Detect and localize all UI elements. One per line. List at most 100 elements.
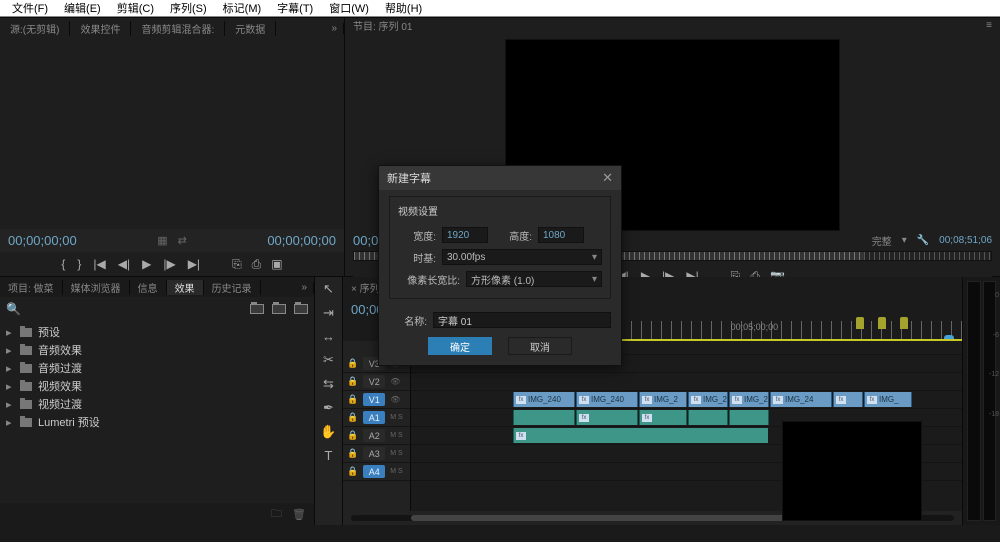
eye-icon[interactable]: 👁	[390, 377, 400, 386]
cancel-button[interactable]: 取消	[508, 337, 572, 355]
ok-button[interactable]: 确定	[428, 337, 492, 355]
menu-marker[interactable]: 标记(M)	[215, 0, 270, 16]
tree-item-video-trans[interactable]: ▸ 视频过渡	[6, 395, 308, 413]
mark-out-icon[interactable]: }	[77, 257, 81, 271]
tree-item-audio-fx[interactable]: ▸ 音频效果	[6, 341, 308, 359]
clip-label: IMG_2	[744, 395, 768, 404]
folder-icon	[20, 328, 32, 337]
tab-source[interactable]: 源:(无剪辑)	[0, 21, 70, 36]
step-back-icon[interactable]: ◀|	[118, 257, 130, 271]
razor-tool-icon[interactable]: ✂	[323, 352, 334, 368]
marker-icon[interactable]	[878, 317, 886, 329]
tree-item-video-fx[interactable]: ▸ 视频效果	[6, 377, 308, 395]
menu-clip[interactable]: 剪辑(C)	[109, 0, 162, 16]
marker-icon[interactable]	[900, 317, 908, 329]
menu-sequence[interactable]: 序列(S)	[162, 0, 215, 16]
par-label: 像素长宽比:	[398, 272, 460, 287]
menu-edit[interactable]: 编辑(E)	[56, 0, 109, 16]
eye-icon[interactable]: 👁	[390, 395, 400, 404]
source-timecode-left: 00;00;00;00	[8, 233, 77, 248]
type-tool-icon[interactable]: T	[325, 448, 333, 463]
tabs-overflow-icon[interactable]: »	[325, 23, 344, 34]
ripple-tool-icon[interactable]: ↔	[322, 329, 335, 344]
height-label: 高度:	[494, 228, 532, 243]
tab-info[interactable]: 信息	[130, 280, 167, 295]
track-header-a4[interactable]: 🔒 A4 M S	[343, 463, 410, 481]
selection-tool-icon[interactable]: ↖	[323, 281, 334, 297]
mute-solo[interactable]: M S	[390, 432, 402, 439]
search-icon[interactable]: 🔍	[6, 302, 21, 316]
preset-bin-icon[interactable]	[294, 304, 308, 314]
lock-icon[interactable]: 🔒	[347, 376, 358, 387]
chevron-down-icon[interactable]: ▾	[902, 235, 907, 246]
lock-icon[interactable]: 🔒	[347, 358, 358, 369]
tree-label: 音频效果	[38, 342, 82, 358]
overwrite-icon[interactable]: ⎙	[252, 257, 262, 272]
lock-icon[interactable]: 🔒	[347, 412, 358, 423]
zoom-fit-select[interactable]: 完整	[872, 233, 892, 248]
dialog-title: 新建字幕	[387, 170, 431, 186]
tabs-overflow-icon[interactable]: »	[295, 282, 314, 293]
track-header-v1[interactable]: 🔒 V1 👁	[343, 391, 410, 409]
menu-window[interactable]: 窗口(W)	[321, 0, 377, 16]
track-header-v2[interactable]: 🔒 V2 👁	[343, 373, 410, 391]
mark-in-icon[interactable]: {	[61, 257, 65, 271]
play-icon[interactable]: ▶	[142, 257, 151, 271]
preset-bin-icon[interactable]	[272, 304, 286, 314]
icon-b[interactable]: ⇄	[178, 234, 187, 247]
menu-subtitle[interactable]: 字幕(T)	[269, 0, 321, 16]
tab-metadata[interactable]: 元数据	[225, 21, 276, 36]
wrench-icon[interactable]: 🔧	[917, 235, 929, 246]
marker-icon[interactable]	[856, 317, 864, 329]
hand-tool-icon[interactable]: ✋	[320, 424, 336, 440]
tree-item-presets[interactable]: ▸ 预设	[6, 323, 308, 341]
tab-effects[interactable]: 效果	[167, 280, 204, 295]
track-select-tool-icon[interactable]: ⇥	[323, 305, 334, 321]
name-field[interactable]: 字幕 01	[433, 312, 611, 328]
timebase-label: 时基:	[398, 250, 436, 265]
lock-icon[interactable]: 🔒	[347, 448, 358, 459]
height-field[interactable]: 1080	[538, 227, 584, 243]
lock-icon[interactable]: 🔒	[347, 430, 358, 441]
preset-bin-icon[interactable]	[250, 304, 264, 314]
insert-icon[interactable]: ⎘	[232, 257, 242, 272]
clip-label: IMG_2	[654, 395, 678, 404]
tab-project[interactable]: 项目: 做菜	[0, 280, 63, 295]
timebase-select[interactable]: 30.00fps	[442, 249, 602, 265]
mute-solo[interactable]: M S	[390, 414, 402, 421]
tab-audio-mixer[interactable]: 音频剪辑混合器:	[131, 21, 225, 36]
tab-media-browser[interactable]: 媒体浏览器	[63, 280, 130, 295]
track-header-a3[interactable]: 🔒 A3 M S	[343, 445, 410, 463]
mute-solo[interactable]: M S	[390, 450, 402, 457]
tree-item-audio-trans[interactable]: ▸ 音频过渡	[6, 359, 308, 377]
project-panel: 项目: 做菜 媒体浏览器 信息 效果 历史记录 » 🔍 ▸ 预设 ▸ 音频效果	[0, 277, 315, 525]
track-header-a2[interactable]: 🔒 A2 M S	[343, 427, 410, 445]
go-start-icon[interactable]: |◀	[93, 257, 105, 271]
audio-meters: 0 -6 -12 -18	[962, 277, 1000, 525]
width-field[interactable]: 1920	[442, 227, 488, 243]
par-select[interactable]: 方形像素 (1.0)	[466, 271, 602, 287]
lock-icon[interactable]: 🔒	[347, 394, 358, 405]
lock-icon[interactable]: 🔒	[347, 466, 358, 477]
tree-label: 预设	[38, 324, 60, 340]
slip-tool-icon[interactable]: ⇆	[323, 376, 334, 392]
sequence-tab[interactable]: × 序列	[351, 280, 380, 295]
go-end-icon[interactable]: ▶|	[188, 257, 200, 271]
tab-effect-controls[interactable]: 效果控件	[70, 21, 131, 36]
pen-tool-icon[interactable]: ✒	[323, 400, 334, 416]
folder-icon[interactable]: 🗀	[271, 505, 282, 524]
tree-item-lumetri[interactable]: ▸ Lumetri 预设	[6, 413, 308, 431]
mute-solo[interactable]: M S	[390, 468, 402, 475]
menu-help[interactable]: 帮助(H)	[377, 0, 430, 16]
meter-tick: -12	[989, 371, 999, 378]
icon-a[interactable]: ▦	[157, 234, 167, 247]
project-tabs: 项目: 做菜 媒体浏览器 信息 效果 历史记录 »	[0, 277, 314, 297]
export-frame-icon[interactable]: ▣	[271, 257, 282, 272]
step-fwd-icon[interactable]: |▶	[163, 257, 175, 271]
close-icon[interactable]: ✕	[602, 170, 613, 186]
trash-icon[interactable]: 🗑	[292, 508, 306, 521]
tab-history[interactable]: 历史记录	[204, 280, 261, 295]
panel-menu-icon[interactable]: ≡	[986, 20, 992, 31]
menu-file[interactable]: 文件(F)	[4, 0, 56, 16]
track-header-a1[interactable]: 🔒 A1 M S	[343, 409, 410, 427]
